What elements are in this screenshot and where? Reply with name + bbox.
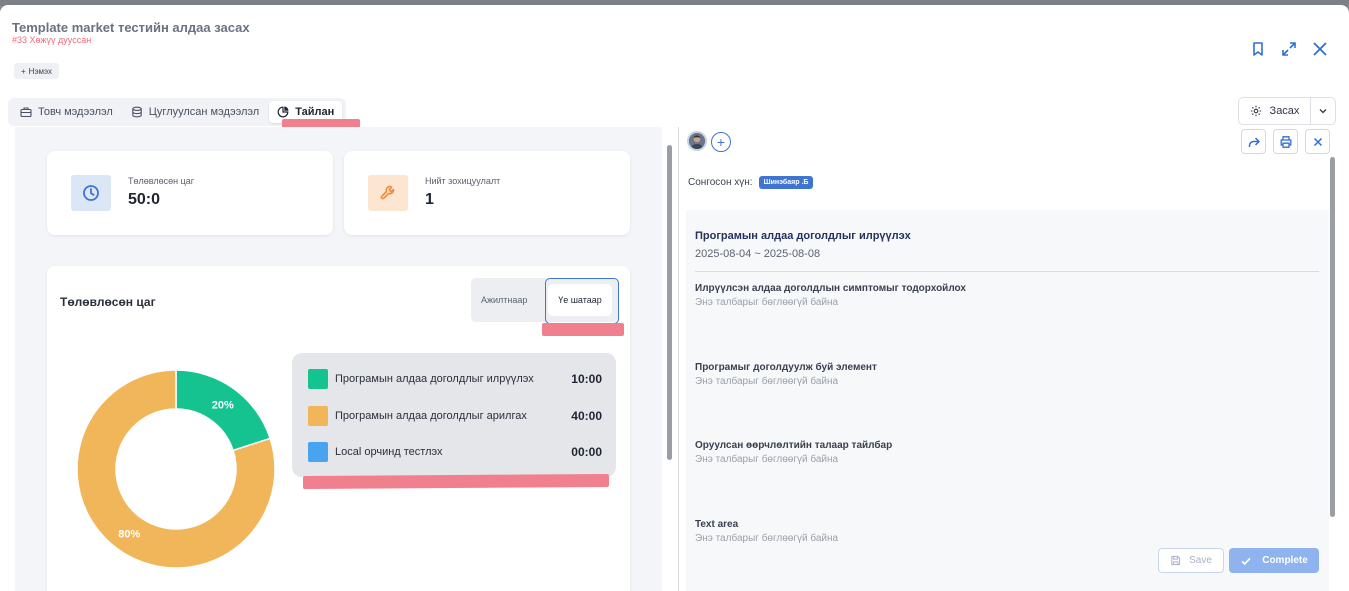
tab-overview[interactable]: Товч мэдээлэл (12, 101, 121, 123)
scrollbar[interactable] (667, 145, 672, 460)
edit-dropdown[interactable] (1311, 98, 1335, 124)
complete-label: Complete (1262, 555, 1308, 566)
stat-card-total: Нийт зохицуулалт 1 (344, 151, 630, 235)
legend-duration: 00:00 (571, 445, 602, 459)
plus-icon: + (716, 134, 726, 150)
field-label: Оруулсан өөрчлөлтийн талаар тайлбар (695, 440, 893, 451)
view-toggle: Ажилтнаар Үе шатаар (471, 278, 619, 324)
briefcase-icon (20, 107, 32, 118)
edit-button-main: Засах (1239, 98, 1311, 124)
clock-icon (71, 175, 111, 211)
tab-collected-label: Цуглуулсан мэдээлэл (148, 106, 260, 118)
person-badge[interactable]: Шинэбаяр .Б (758, 176, 814, 189)
database-icon (132, 106, 142, 118)
gear-icon (1250, 105, 1261, 117)
tab-overview-label: Товч мэдээлэл (38, 106, 113, 118)
chosen-label: Сонгосон хүн: (688, 177, 753, 188)
edit-button[interactable]: Засах (1238, 97, 1336, 125)
save-label: Save (1189, 555, 1212, 566)
slice-label: 20% (212, 400, 234, 412)
field-empty-value[interactable]: Энэ талбарыг бөглөөгүй байна (695, 454, 838, 465)
share-icon (1248, 136, 1260, 147)
stat-card-planned: Төлөвлөсөн цаг 50:0 (47, 151, 333, 235)
add-assignee-button[interactable]: + (711, 132, 731, 152)
close-icon[interactable] (1311, 40, 1329, 58)
highlight-mark (302, 473, 610, 490)
expand-icon[interactable] (1280, 40, 1298, 58)
phase-details: Програмын алдаа доголдлыг илрүүлэх 2025-… (686, 210, 1329, 591)
stat-value: 1 (425, 191, 434, 208)
legend-label: Local орчинд тестлэх (335, 446, 443, 458)
print-button[interactable] (1273, 129, 1298, 154)
legend-item: Local орчинд тестлэх 00:00 (308, 442, 602, 462)
chart-title: Төлөвлөсөн цаг (60, 295, 156, 309)
chevron-down-icon (1319, 109, 1327, 114)
page-title: Template market тестийн алдаа засах (12, 20, 250, 35)
slice-label: 80% (118, 528, 140, 540)
legend-item: Програмын алдаа доголдлыг илрүүлэх 10:00 (308, 369, 602, 389)
donut-chart: 20% 80% (76, 369, 276, 569)
legend-swatch (308, 406, 328, 426)
field-empty-value[interactable]: Энэ талбарыг бөглөөгүй байна (695, 533, 838, 544)
legend-duration: 10:00 (571, 372, 602, 386)
legend-item: Програмын алдаа доголдлыг арилгах 40:00 (308, 406, 602, 426)
share-button[interactable] (1241, 129, 1266, 154)
field-label: Програмыг доголдуулж буй элемент (695, 362, 877, 373)
tab-collected[interactable]: Цуглуулсан мэдээлэл (123, 101, 267, 123)
plus-icon: + (21, 66, 26, 76)
legend-swatch (308, 369, 328, 389)
check-icon (1241, 557, 1251, 565)
stat-value: 50:0 (128, 191, 161, 208)
avatar[interactable] (687, 131, 707, 151)
close-icon (1313, 137, 1322, 146)
field-empty-value[interactable]: Энэ талбарыг бөглөөгүй байна (695, 297, 838, 308)
highlight-mark (542, 323, 624, 336)
report-panel: Төлөвлөсөн цаг 50:0 Нийт зохицуулалт 1 Т… (15, 127, 662, 591)
legend-swatch (308, 442, 328, 462)
save-icon (1171, 555, 1181, 566)
wrench-icon (368, 175, 408, 211)
task-modal: Template market тестийн алдаа засах #33 … (0, 5, 1349, 591)
chart-legend: Програмын алдаа доголдлыг илрүүлэх 10:00… (292, 353, 616, 477)
print-icon (1280, 135, 1291, 148)
scrollbar[interactable] (1330, 157, 1335, 517)
field-empty-value[interactable]: Энэ талбарыг бөглөөгүй байна (695, 376, 838, 387)
legend-duration: 40:00 (571, 409, 602, 423)
phase-dates: 2025-08-04 ~ 2025-08-08 (695, 248, 821, 260)
field-label: Text area (695, 519, 739, 530)
toggle-by-employee[interactable]: Ажилтнаар (481, 295, 527, 305)
legend-label: Програмын алдаа доголдлыг илрүүлэх (335, 373, 534, 385)
panel-divider (678, 127, 679, 591)
field-label: Илрүүлсэн алдаа доголдлын симптомыг тодо… (695, 283, 966, 294)
tab-report-label: Тайлан (295, 106, 335, 118)
status-subtitle: #33 Хөжүү дууссан (12, 35, 92, 45)
divider (695, 271, 1319, 272)
selection-outline (545, 278, 619, 324)
edit-label: Засах (1269, 105, 1300, 117)
complete-button[interactable]: Complete (1229, 548, 1319, 573)
close-panel-button[interactable] (1305, 129, 1330, 154)
pie-chart-icon (277, 106, 289, 118)
add-button[interactable]: + Нэмэх (14, 63, 60, 79)
phase-title: Програмын алдаа доголдлыг илрүүлэх (695, 230, 911, 242)
stat-label: Нийт зохицуулалт (425, 176, 501, 186)
chart-card: Төлөвлөсөн цаг Ажилтнаар Үе шатаар 20% 80… (47, 266, 630, 591)
add-label: Нэмэх (28, 66, 53, 76)
chosen-person: Сонгосон хүн: Шинэбаяр .Б (688, 176, 814, 189)
stat-label: Төлөвлөсөн цаг (128, 176, 195, 186)
bookmark-icon[interactable] (1249, 40, 1267, 58)
save-button[interactable]: Save (1158, 548, 1224, 573)
legend-label: Програмын алдаа доголдлыг арилгах (335, 410, 527, 422)
